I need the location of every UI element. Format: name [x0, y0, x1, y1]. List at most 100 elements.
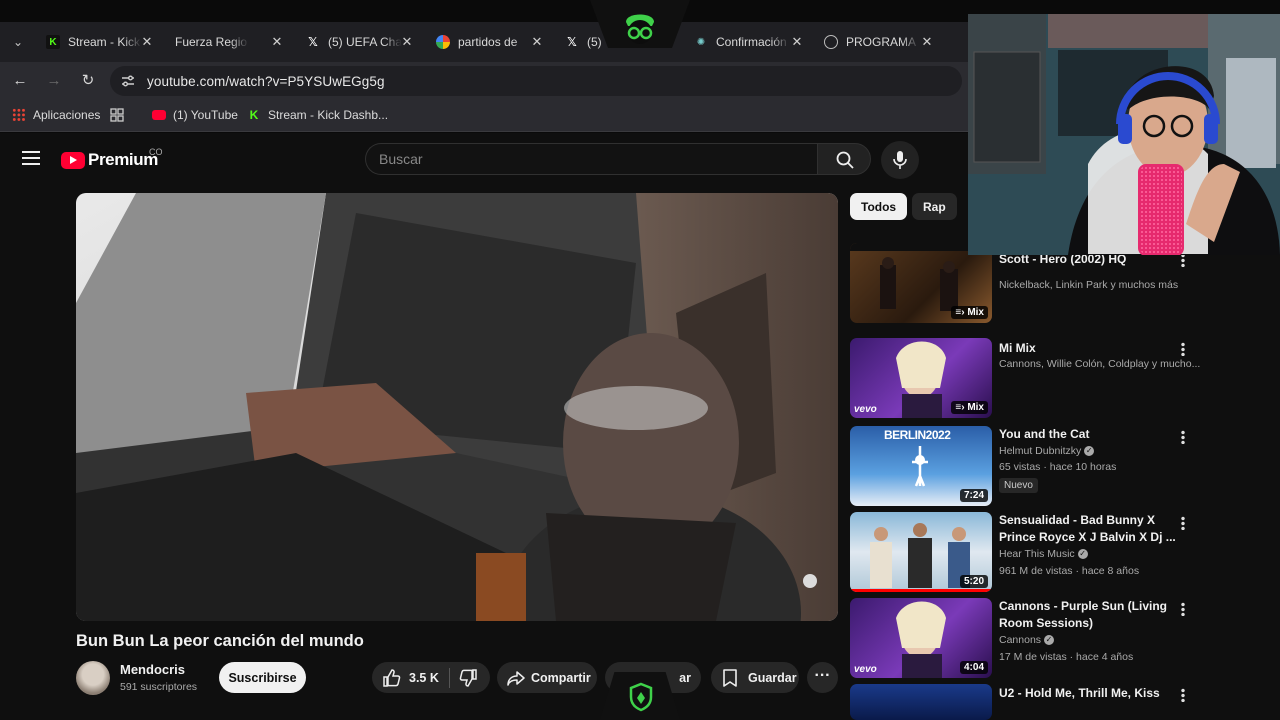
share-label: Compartir [531, 670, 591, 685]
bookmarks-bar: Aplicaciones (1) YouTube K Stream - Kick… [0, 100, 968, 132]
apps-grid-icon [12, 108, 26, 122]
recommendation-thumbnail[interactable] [850, 684, 992, 720]
more-actions-button[interactable]: ··· [807, 662, 838, 693]
recommendation-item[interactable]: ≡› Mix Scott - Hero (2002) HQ Nickelback… [850, 243, 1270, 323]
close-tab-icon[interactable]: ✕ [920, 34, 934, 50]
search-field[interactable] [365, 143, 817, 175]
google-icon [436, 35, 450, 49]
back-arrow-icon[interactable]: ← [10, 71, 30, 91]
vevo-logo: vevo [854, 404, 877, 415]
like-count: 3.5 K [409, 670, 439, 685]
duration-badge: 4:04 [959, 661, 988, 674]
forward-arrow-icon[interactable]: → [44, 71, 64, 91]
tab-title: (5) UEFA Cha [328, 35, 402, 49]
recommendation-thumbnail[interactable]: ≡› Mix [850, 243, 992, 323]
recommendation-stats: 65 vistas · hace 10 horas [999, 461, 1117, 473]
bookmark-label: Stream - Kick Dashb... [268, 108, 389, 122]
grid-icon [110, 108, 124, 122]
more-options-icon[interactable] [1181, 342, 1185, 356]
verified-icon: ✓ [1084, 446, 1095, 457]
recommendation-thumbnail[interactable]: BERLIN2022 7:24 [850, 426, 992, 506]
bookmark-kick-dashboard[interactable]: K Stream - Kick Dashb... [247, 108, 388, 122]
chip-rap[interactable]: Rap [912, 193, 957, 220]
bookmark-aplicaciones[interactable]: Aplicaciones [12, 108, 100, 122]
recommendation-title: Sensualidad - Bad Bunny X Prince Royce X… [999, 513, 1176, 544]
browser-tab-google[interactable]: partidos de ✕ [436, 28, 544, 56]
browser-tab-x-uefa[interactable]: 𝕏 (5) UEFA Cha ✕ [306, 28, 414, 56]
globe-icon [824, 35, 838, 49]
kick-icon: K [249, 108, 259, 122]
browser-tab-partial[interactable] [954, 28, 968, 56]
channel-avatar[interactable] [76, 661, 110, 695]
close-tab-icon[interactable]: ✕ [270, 34, 284, 50]
voice-search-button[interactable] [881, 141, 919, 179]
reload-icon[interactable]: ↻ [78, 71, 98, 91]
channel-name[interactable]: Mendocris [120, 662, 185, 677]
close-tab-icon[interactable]: ✕ [400, 34, 414, 50]
youtube-premium-logo[interactable]: Premium CO [61, 147, 163, 170]
bookmark-youtube[interactable]: (1) YouTube [152, 108, 238, 122]
browser-tab-programa[interactable]: PROGRAMA ✕ [824, 28, 934, 56]
more-options-icon[interactable] [1181, 430, 1185, 444]
recommendation-channel: Cannons, Willie Colón, Coldplay y mucho.… [999, 358, 1201, 370]
browser-tab-confirmacion[interactable]: ✺ Confirmación ✕ [694, 28, 804, 56]
like-dislike-group: 3.5 K [372, 662, 490, 693]
menu-icon[interactable] [22, 151, 40, 165]
recommendation-thumbnail[interactable]: vevo ≡› Mix [850, 338, 992, 418]
close-tab-icon[interactable]: ✕ [530, 34, 544, 50]
thumbs-up-icon [383, 668, 401, 687]
recommendation-title: Mi Mix [999, 341, 1036, 355]
verified-icon: ✓ [1077, 549, 1088, 560]
share-icon [507, 670, 525, 686]
chip-todos[interactable]: Todos [850, 193, 908, 220]
browser-tab-youtube[interactable]: Fuerza Regio ✕ [175, 28, 284, 56]
berlin-thumbnail-text: BERLIN2022 [884, 428, 951, 442]
more-options-icon[interactable] [1181, 253, 1185, 267]
youtube-play-icon [61, 151, 85, 169]
recommendation-item[interactable]: vevo 4:04 Cannons - Purple Sun (Living R… [850, 598, 1270, 678]
thumbs-down-icon[interactable] [458, 668, 478, 688]
more-options-icon[interactable] [1181, 602, 1185, 616]
site-settings-icon[interactable] [120, 73, 136, 89]
recommendation-thumbnail[interactable]: 5:20 [850, 512, 992, 592]
more-options-icon[interactable] [1181, 516, 1185, 530]
search-button[interactable] [817, 143, 871, 175]
verified-icon: ✓ [1043, 635, 1054, 646]
video-title: Bun Bun La peor canción del mundo [76, 632, 364, 650]
recommendation-title: You and the Cat [999, 427, 1090, 441]
logo-text: Premium [88, 150, 158, 169]
shield-logo-icon [629, 682, 653, 712]
tab-search-chevron-icon[interactable]: ⌄ [8, 32, 28, 52]
confirmation-icon: ✺ [696, 36, 706, 48]
bookmark-icon [723, 668, 737, 687]
youtube-page: Premium CO Buscar Bun Bun La peor canció… [0, 133, 968, 720]
x-icon: 𝕏 [567, 35, 577, 49]
address-bar[interactable]: youtube.com/watch?v=P5YSUwEGg5g [110, 66, 962, 96]
browser-tab-strip: ⌄ K Stream - Kick ✕ Fuerza Regio ✕ 𝕏 (5)… [0, 22, 968, 62]
tab-title: PROGRAMA [846, 35, 917, 49]
bookmark-label: (1) YouTube [173, 108, 238, 122]
search-input[interactable] [366, 144, 786, 174]
like-button[interactable]: 3.5 K [372, 668, 439, 688]
recommendation-stats: 961 M de vistas · hace 8 años [999, 565, 1140, 577]
recommendation-item[interactable]: vevo ≡› Mix Mi Mix Cannons, Willie Colón… [850, 338, 1270, 418]
share-button[interactable]: Compartir [497, 662, 597, 693]
save-button[interactable]: Guardar [711, 662, 799, 693]
x-icon: 𝕏 [308, 35, 318, 49]
watch-progress-bar [850, 589, 992, 592]
bookmark-label: Aplicaciones [33, 108, 101, 122]
new-badge: Nuevo [999, 478, 1038, 493]
browser-tab-kick[interactable]: K Stream - Kick ✕ [46, 28, 154, 56]
recommendation-thumbnail[interactable]: vevo 4:04 [850, 598, 992, 678]
recommendation-item[interactable]: 5:20 Sensualidad - Bad Bunny X Prince Ro… [850, 512, 1270, 592]
tab-title: partidos de [458, 35, 518, 49]
recommendation-item[interactable]: BERLIN2022 7:24 You and the Cat Helmut D… [850, 426, 1270, 506]
webcam-top-strip [968, 0, 1280, 14]
recommendation-item[interactable]: U2 - Hold Me, Thrill Me, Kiss [850, 684, 1270, 720]
bookmark-grid[interactable] [110, 108, 131, 122]
close-tab-icon[interactable]: ✕ [790, 34, 804, 50]
more-options-icon[interactable] [1181, 688, 1185, 702]
video-player[interactable] [76, 193, 838, 621]
subscribe-button[interactable]: Suscribirse [219, 662, 306, 693]
close-tab-icon[interactable]: ✕ [140, 34, 154, 50]
